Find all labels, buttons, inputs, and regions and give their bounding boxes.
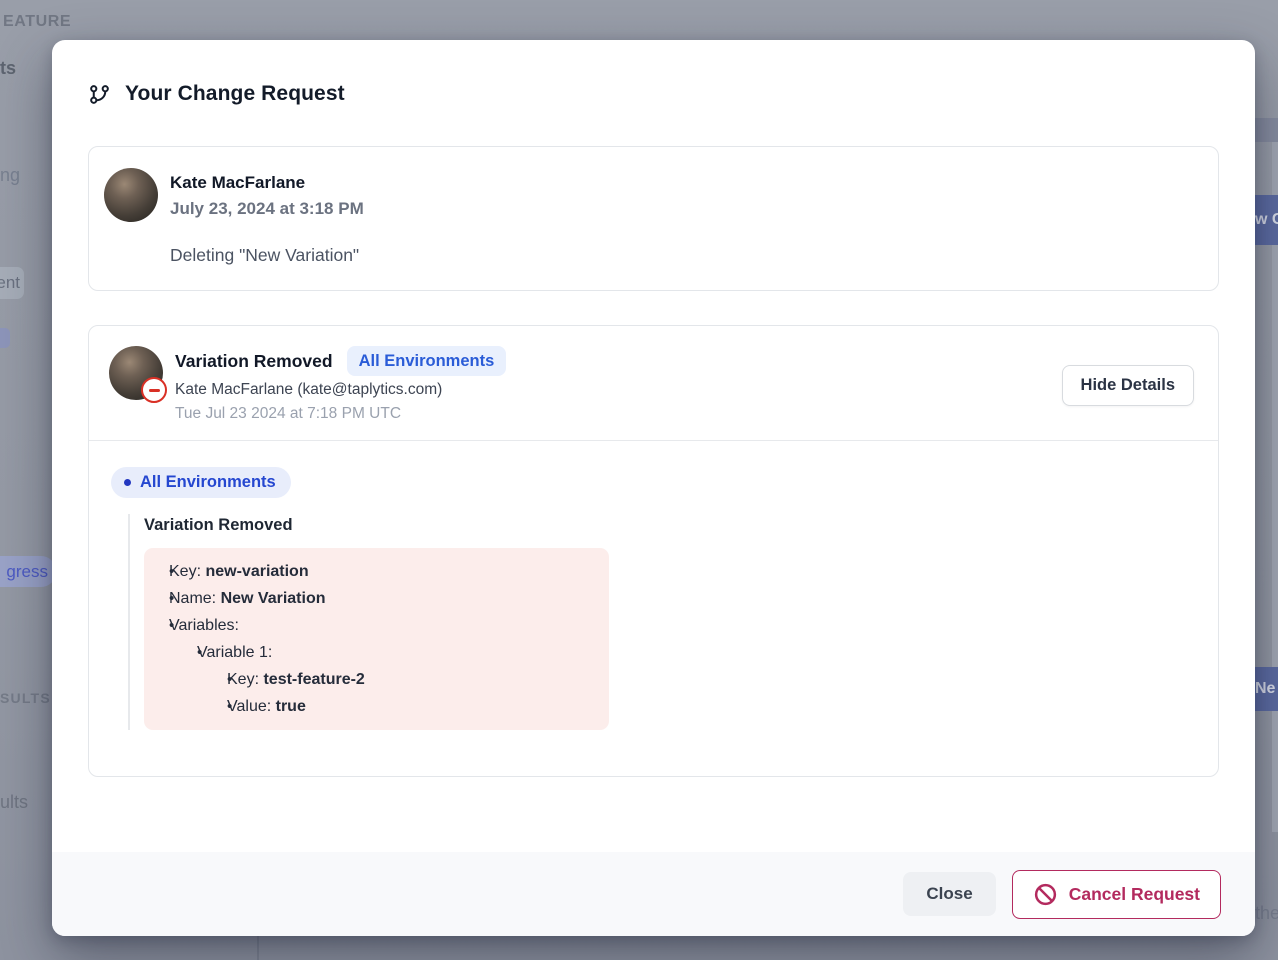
bg-section-label: EATURE: [3, 13, 71, 31]
diff-item: • Key: new-variation: [144, 558, 609, 585]
bg-panel-fragment: [1255, 118, 1278, 142]
author-name: Kate MacFarlane: [170, 168, 364, 194]
git-branch-icon: [88, 83, 111, 106]
modal-header: Your Change Request: [52, 40, 1255, 106]
bg-primary-button: Ne: [1255, 667, 1278, 711]
bg-badge: ent: [0, 267, 24, 299]
change-request-modal: Your Change Request Kate MacFarlane July…: [52, 40, 1255, 936]
avatar: [109, 346, 163, 400]
removed-diff-box: • Key: new-variation • Name: New Variati…: [144, 548, 609, 730]
bg-text-fragment: the: [1255, 903, 1278, 924]
hide-details-button[interactable]: Hide Details: [1062, 365, 1194, 406]
environment-pill: All Environments: [111, 467, 291, 498]
request-message: Deleting "New Variation": [170, 245, 1194, 266]
cancel-request-button[interactable]: Cancel Request: [1012, 870, 1221, 919]
details-heading: Variation Removed: [144, 514, 1194, 536]
change-timestamp: Tue Jul 23 2024 at 7:18 PM UTC: [175, 403, 506, 424]
diff-item: • Variable 1:: [144, 639, 609, 666]
prohibition-icon: [1033, 882, 1058, 907]
change-detail-card: Variation Removed All Environments Kate …: [88, 325, 1219, 777]
diff-item: • Key: test-feature-2: [144, 666, 609, 693]
change-details-section: All Environments Variation Removed • Key…: [89, 440, 1218, 776]
page-title: Your Change Request: [125, 82, 345, 106]
modal-footer: Close Cancel Request: [52, 852, 1255, 936]
environment-dot-icon: [124, 479, 131, 486]
environment-badge: All Environments: [347, 346, 507, 376]
diff-item: • Variables:: [144, 612, 609, 639]
change-author: Kate MacFarlane (kate@taplytics.com): [175, 379, 506, 401]
bg-section-label: SULTS: [0, 690, 51, 706]
diff-item: • Name: New Variation: [144, 585, 609, 612]
bg-nav-item: ts: [0, 58, 16, 79]
bg-panel-edge: [1272, 142, 1278, 832]
minus-circle-icon: [141, 377, 167, 403]
avatar: [104, 168, 158, 222]
bg-badge: [0, 328, 10, 348]
bg-divider: [257, 936, 259, 960]
bg-status-pill: gress: [0, 556, 56, 587]
bg-primary-button: w C: [1255, 195, 1278, 245]
close-button[interactable]: Close: [903, 872, 995, 916]
avatar-photo: [104, 168, 158, 222]
environment-pill-label: All Environments: [140, 473, 276, 492]
request-comment-card: Kate MacFarlane July 23, 2024 at 3:18 PM…: [88, 146, 1219, 291]
bg-nav-item: ults: [0, 792, 28, 813]
change-card-header: Variation Removed All Environments Kate …: [89, 326, 1218, 440]
change-title: Variation Removed: [175, 349, 333, 373]
cancel-request-label: Cancel Request: [1069, 884, 1200, 905]
bg-nav-item: ng: [0, 165, 20, 186]
diff-item: • Value: true: [144, 693, 609, 720]
request-timestamp: July 23, 2024 at 3:18 PM: [170, 197, 364, 221]
